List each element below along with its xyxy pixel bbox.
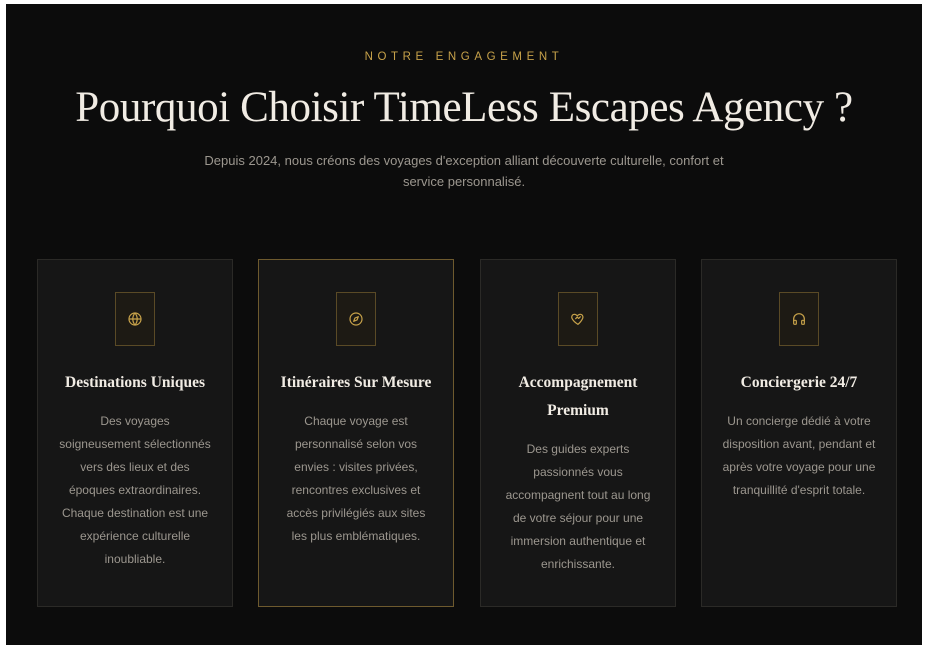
why-choose-us-section: NOTRE ENGAGEMENT Pourquoi Choisir TimeLe…: [6, 4, 922, 645]
feature-card-itineraries: Itinéraires Sur Mesure Chaque voyage est…: [258, 259, 454, 607]
feature-icon-box: [779, 292, 819, 346]
feature-card-description: Des guides experts passionnés vous accom…: [505, 442, 651, 571]
headphones-icon: [793, 313, 805, 325]
compass-icon: [349, 312, 363, 326]
section-subtitle: Depuis 2024, nous créons des voyages d'e…: [204, 153, 724, 189]
feature-card-title: Conciergerie 24/7: [740, 374, 858, 391]
globe-icon: [128, 312, 142, 326]
feature-icon-box: [336, 292, 376, 346]
feature-card-description: Un concierge dédié à votre disposition a…: [722, 414, 876, 497]
section-eyebrow: NOTRE ENGAGEMENT: [364, 51, 564, 63]
feature-card-title: Itinéraires Sur Mesure: [280, 374, 432, 391]
heart-handshake-icon: [571, 313, 584, 325]
feature-card-destinations: Destinations Uniques Des voyages soigneu…: [37, 259, 233, 607]
feature-card-description: Des voyages soigneusement sélectionnés v…: [59, 414, 211, 566]
feature-icon-box: [558, 292, 598, 346]
section-title: Pourquoi Choisir TimeLess Escapes Agency…: [75, 84, 853, 131]
feature-card-concierge: Conciergerie 24/7 Un concierge dédié à v…: [701, 259, 897, 607]
feature-card-premium-support: Accompagnement Premium Des guides expert…: [480, 259, 676, 607]
feature-card-description: Chaque voyage est personnalisé selon vos…: [286, 414, 426, 543]
feature-card-title: Accompagnement Premium: [518, 374, 638, 419]
feature-icon-box: [115, 292, 155, 346]
feature-card-title: Destinations Uniques: [65, 374, 205, 391]
